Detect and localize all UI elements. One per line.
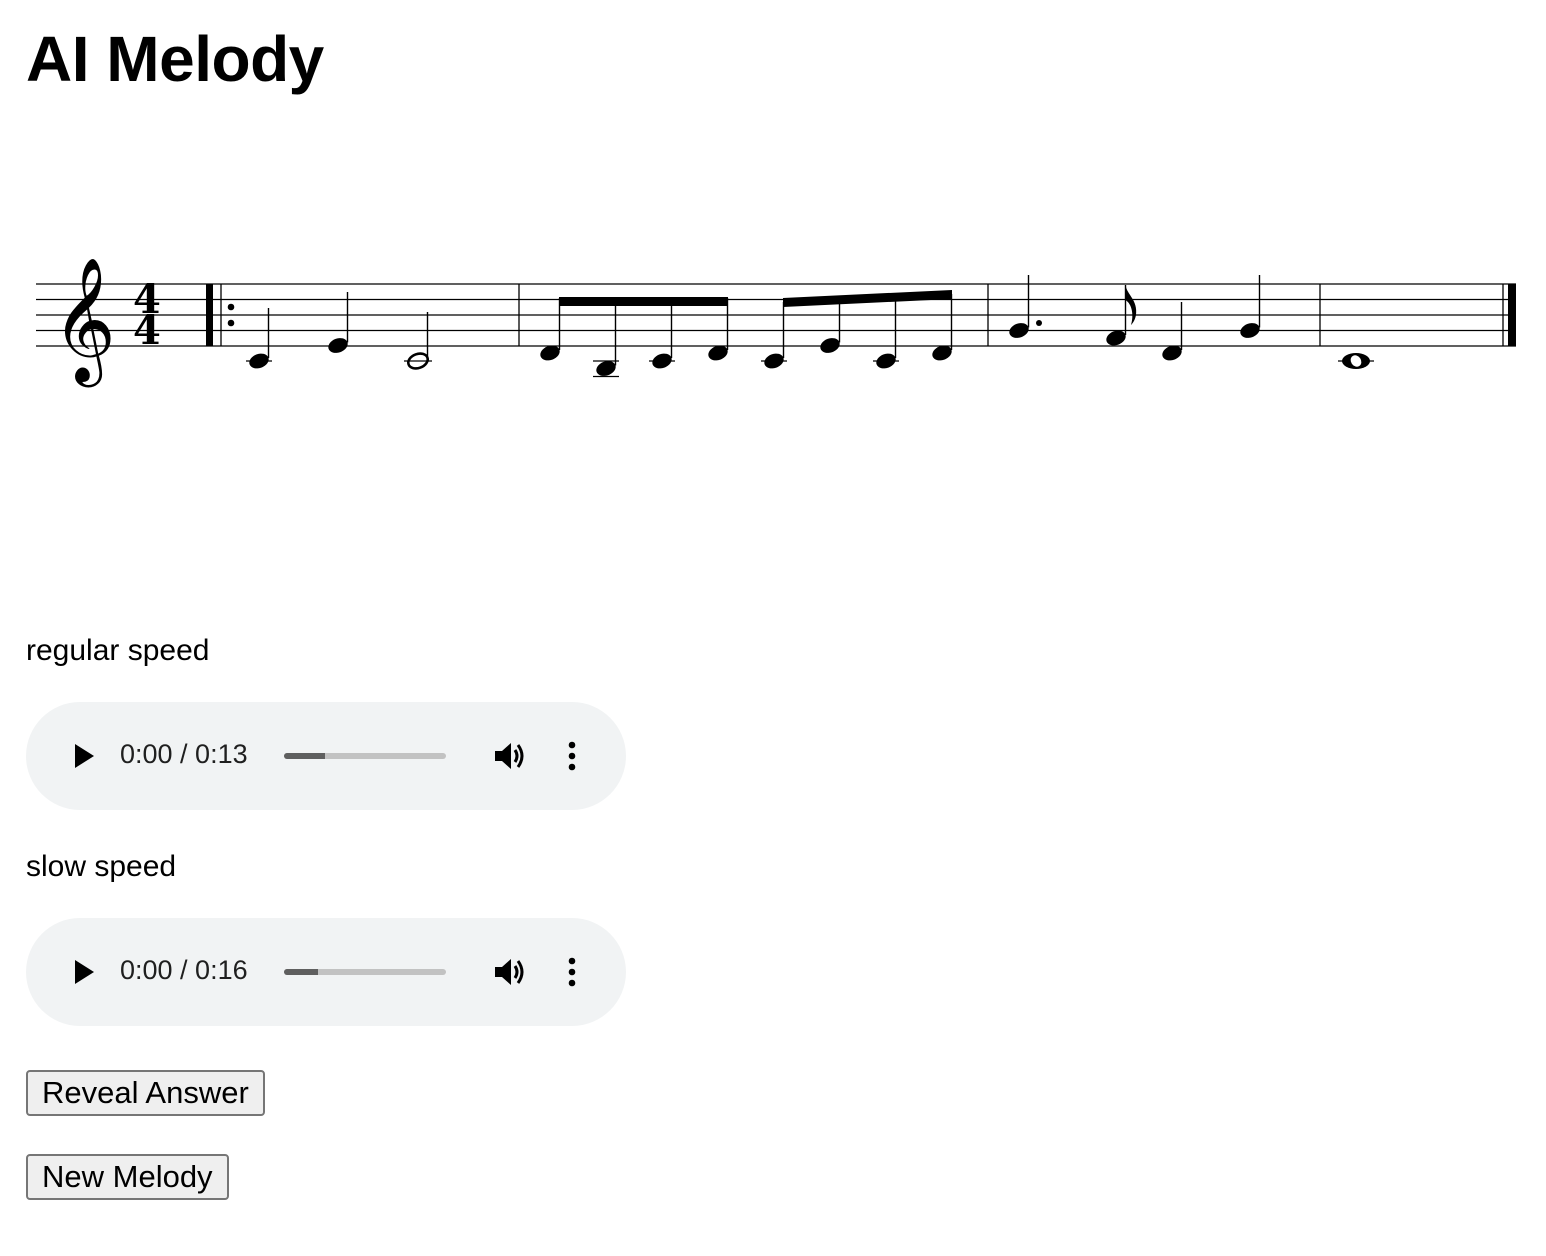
beam-group xyxy=(540,297,729,378)
staff-lines xyxy=(36,283,1516,347)
more-vertical-icon[interactable] xyxy=(560,952,584,992)
note xyxy=(404,312,432,370)
sheet-music: 𝄞 4 4 xyxy=(36,257,1516,387)
audio-time: 0:00 / 0:13 xyxy=(120,739,248,769)
page-title: AI Melody xyxy=(26,23,324,95)
final-barline xyxy=(1508,284,1516,346)
note xyxy=(1338,353,1374,369)
volume-icon[interactable] xyxy=(490,952,530,992)
volume-icon[interactable] xyxy=(490,736,530,776)
play-icon[interactable] xyxy=(64,952,104,992)
note xyxy=(1106,285,1137,346)
note xyxy=(246,308,272,369)
note xyxy=(1240,275,1261,338)
regular-speed-label: regular speed xyxy=(26,634,210,667)
slow-speed-audio-player[interactable]: 0:00 / 0:16 xyxy=(26,918,626,1026)
audio-progress-slider[interactable] xyxy=(284,969,446,975)
note xyxy=(1162,302,1183,361)
more-vertical-icon[interactable] xyxy=(560,736,584,776)
audio-buffered-fill xyxy=(284,969,319,975)
new-melody-button[interactable]: New Melody xyxy=(26,1154,229,1200)
play-icon[interactable] xyxy=(64,736,104,776)
treble-clef-icon: 𝄞 xyxy=(52,257,116,387)
slow-speed-label: slow speed xyxy=(26,850,177,883)
reveal-answer-button[interactable]: Reveal Answer xyxy=(26,1070,265,1116)
audio-buffered-fill xyxy=(284,753,325,759)
audio-progress-slider[interactable] xyxy=(284,753,446,759)
page: AI Melody 𝄞 4 4 regular speed 0:00 / 0:1… xyxy=(0,0,1546,1256)
regular-speed-audio-player[interactable]: 0:00 / 0:13 xyxy=(26,702,626,810)
audio-time: 0:00 / 0:16 xyxy=(120,955,248,985)
note xyxy=(328,292,349,353)
time-signature-bottom: 4 xyxy=(133,307,161,354)
